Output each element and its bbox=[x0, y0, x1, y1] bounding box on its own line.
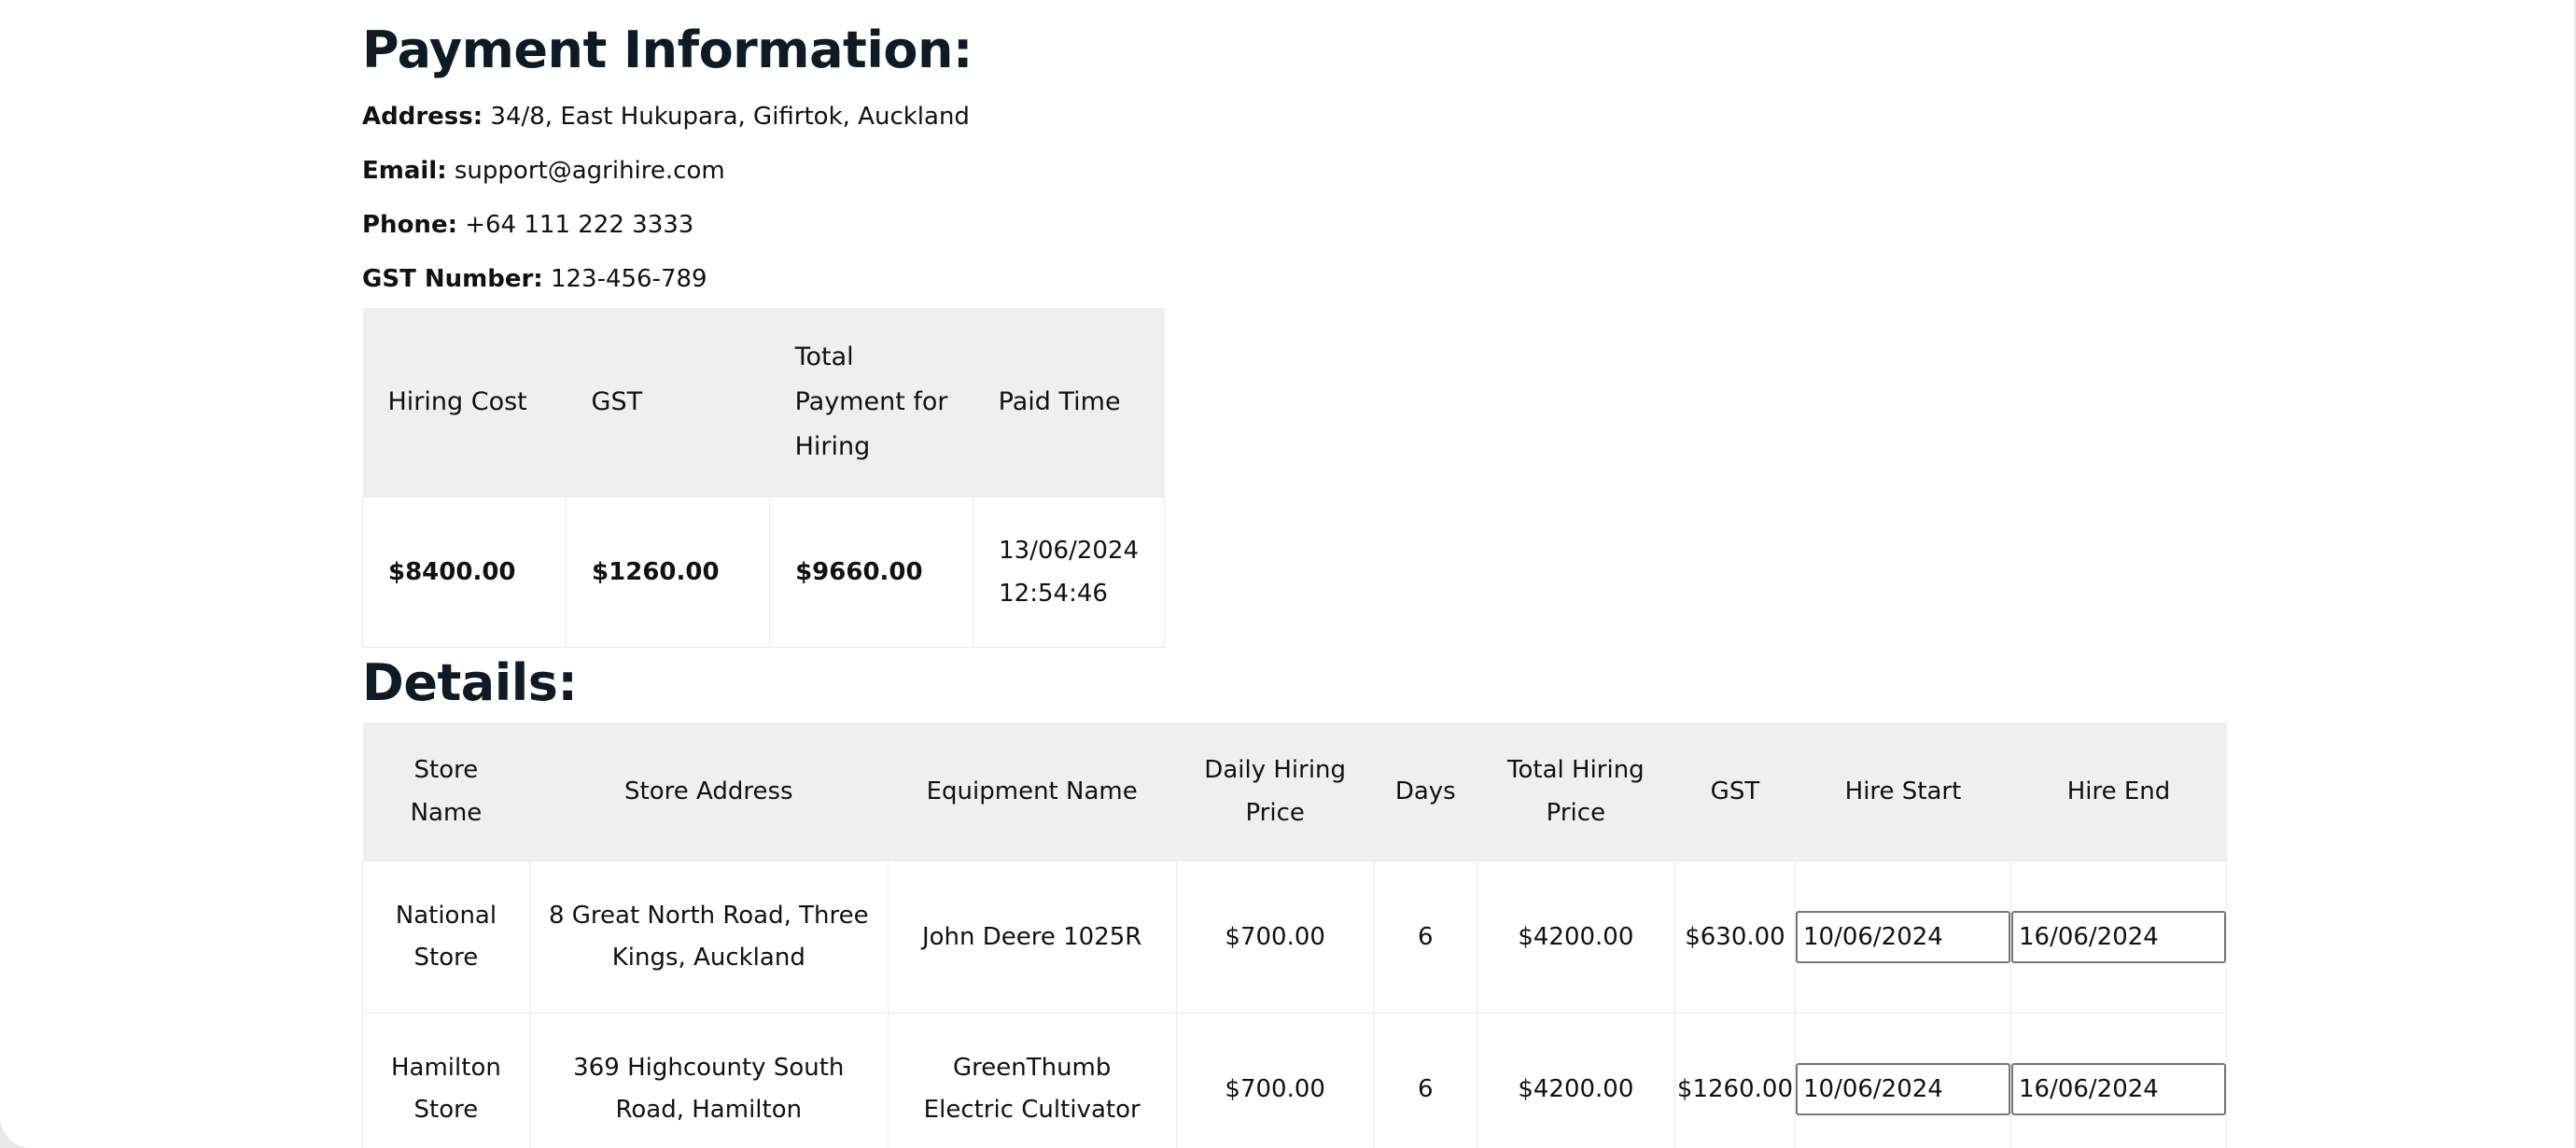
table-row: $8400.00 $1260.00 $9660.00 13/06/2024 12… bbox=[361, 497, 1165, 648]
gst-number-line: GST Number: 123-456-789 bbox=[362, 252, 2238, 306]
header-days: Days bbox=[1374, 722, 1477, 861]
table-row: Hamilton Store 369 Highcounty South Road… bbox=[362, 1013, 2228, 1148]
hire-end-cell bbox=[2009, 861, 2228, 1014]
paid-time-value: 13/06/2024 12:54:46 bbox=[973, 497, 1165, 648]
header-store-address: Store Address bbox=[529, 722, 889, 861]
store-address: 369 Highcounty South Road, Hamilton bbox=[528, 1013, 889, 1148]
store-address: 8 Great North Road, Three Kings, Aucklan… bbox=[528, 861, 889, 1014]
phone-line: Phone: +64 111 222 3333 bbox=[362, 198, 2238, 252]
email-label: Email: bbox=[362, 157, 447, 185]
address-value: 34/8, East Hukupara, Gifirtok, Auckland bbox=[490, 103, 970, 131]
header-daily-hiring-price: Daily Hiring Price bbox=[1176, 722, 1375, 861]
store-name: Hamilton Store bbox=[362, 1013, 530, 1148]
header-store-name: Store Name bbox=[362, 722, 530, 861]
header-hiring-cost: Hiring Cost bbox=[362, 308, 567, 497]
hiring-cost-value: $8400.00 bbox=[361, 497, 567, 648]
gst-number-label: GST Number: bbox=[362, 265, 543, 293]
header-gst: GST bbox=[566, 308, 770, 497]
details-title: Details: bbox=[362, 653, 578, 712]
hire-start-cell bbox=[1794, 1013, 2011, 1148]
payment-table: Hiring Cost GST Total Payment for Hiring… bbox=[361, 308, 1165, 648]
payment-info-title: Payment Information: bbox=[362, 21, 973, 79]
hire-start-cell bbox=[1794, 861, 2011, 1014]
hire-end-input[interactable] bbox=[2010, 911, 2226, 963]
hire-end-cell bbox=[2009, 1013, 2228, 1148]
daily-hiring-price: $700.00 bbox=[1175, 861, 1375, 1014]
hire-start-input[interactable] bbox=[1795, 911, 2010, 963]
gst-value: $1260.00 bbox=[566, 497, 771, 648]
phone-value: +64 111 222 3333 bbox=[465, 211, 694, 239]
table-row: National Store 8 Great North Road, Three… bbox=[362, 861, 2228, 1014]
email-value: support@agrihire.com bbox=[454, 157, 725, 185]
company-info: Address: 34/8, East Hukupara, Gifirtok, … bbox=[362, 90, 2238, 306]
store-name: National Store bbox=[362, 861, 530, 1014]
payment-table-header: Hiring Cost GST Total Payment for Hiring… bbox=[362, 308, 1165, 497]
phone-label: Phone: bbox=[362, 211, 457, 239]
main-content: Payment Information: Address: 34/8, East… bbox=[361, 17, 2238, 1148]
header-total-payment: Total Payment for Hiring bbox=[769, 308, 973, 497]
header-hire-start: Hire Start bbox=[1795, 722, 2011, 861]
header-hire-end: Hire End bbox=[2010, 722, 2227, 861]
address-label: Address: bbox=[362, 103, 483, 131]
days: 6 bbox=[1373, 1013, 1477, 1148]
equipment-name: John Deere 1025R bbox=[887, 861, 1177, 1014]
header-gst: GST bbox=[1674, 722, 1796, 861]
equipment-name: GreenThumb Electric Cultivator bbox=[887, 1013, 1177, 1148]
gst: $1260.00 bbox=[1673, 1013, 1796, 1148]
hire-start-input[interactable] bbox=[1795, 1063, 2010, 1115]
gst: $630.00 bbox=[1673, 861, 1796, 1014]
address-line: Address: 34/8, East Hukupara, Gifirtok, … bbox=[362, 90, 2238, 144]
total-hiring-price: $4200.00 bbox=[1476, 861, 1675, 1014]
details-table: Store Name Store Address Equipment Name … bbox=[362, 722, 2228, 1148]
header-paid-time: Paid Time bbox=[973, 308, 1165, 497]
total-payment-value: $9660.00 bbox=[769, 497, 974, 648]
paid-date: 13/06/2024 bbox=[999, 537, 1139, 565]
email-line: Email: support@agrihire.com bbox=[362, 144, 2238, 198]
hire-end-input[interactable] bbox=[2010, 1063, 2226, 1115]
daily-hiring-price: $700.00 bbox=[1175, 1013, 1375, 1148]
paid-clock-time: 12:54:46 bbox=[999, 580, 1108, 608]
page: Payment Information: Address: 34/8, East… bbox=[0, 0, 2574, 1148]
header-total-hiring-price: Total Hiring Price bbox=[1477, 722, 1675, 861]
gst-number-value: 123-456-789 bbox=[550, 265, 707, 293]
header-equipment-name: Equipment Name bbox=[888, 722, 1177, 861]
total-hiring-price: $4200.00 bbox=[1476, 1013, 1675, 1148]
details-table-header: Store Name Store Address Equipment Name … bbox=[362, 722, 2227, 861]
days: 6 bbox=[1373, 861, 1477, 1014]
